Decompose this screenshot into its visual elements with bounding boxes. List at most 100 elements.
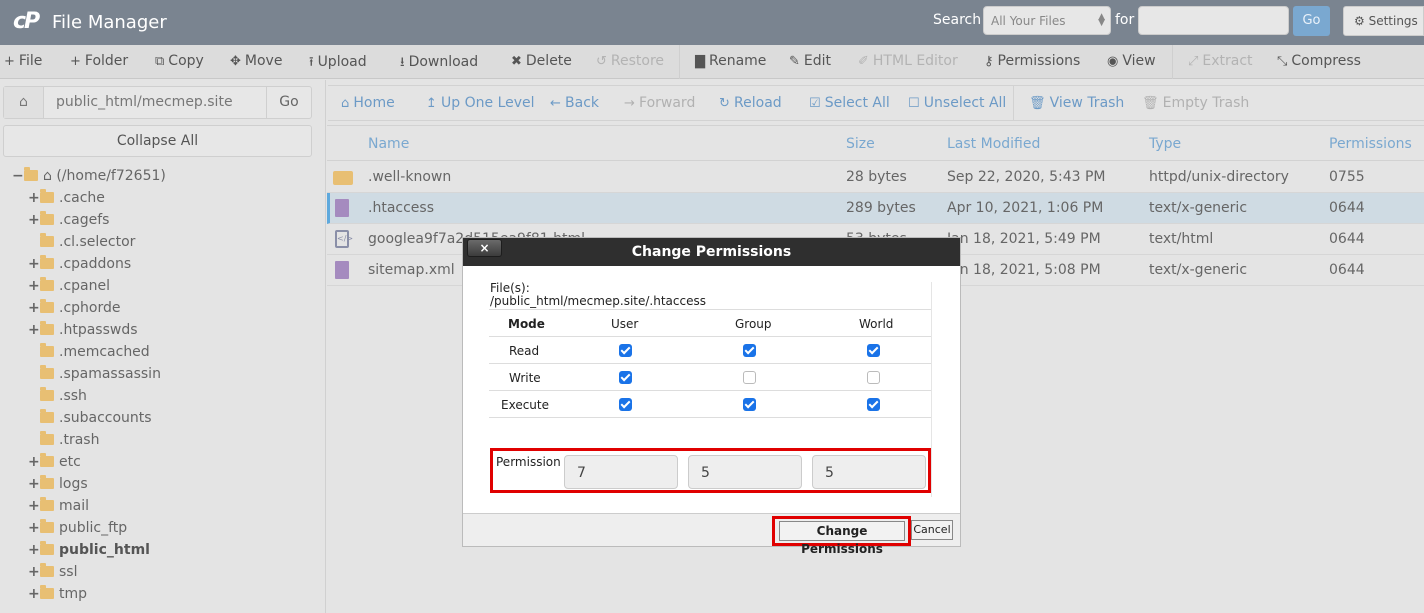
toolbar-edit-button[interactable]: ✎ Edit: [789, 53, 831, 69]
toolbar-file-button[interactable]: + File: [4, 53, 42, 69]
toolbar-rename-button[interactable]: ▇ Rename: [695, 53, 766, 69]
user-permission-input[interactable]: 7: [564, 455, 678, 489]
path-go-button[interactable]: Go: [266, 87, 311, 118]
nav-view-trash-button[interactable]: 🗑 View Trash: [1029, 95, 1124, 111]
tree-item[interactable]: + mail: [28, 497, 89, 520]
nav-up-one-level-button[interactable]: ↥ Up One Level: [426, 95, 535, 111]
collapse-icon[interactable]: −: [12, 168, 24, 184]
search-input[interactable]: [1138, 6, 1289, 35]
tree-item[interactable]: + .cache: [28, 189, 105, 212]
group-write-checkbox[interactable]: [743, 371, 756, 384]
nav-reload-button[interactable]: ↻ Reload: [719, 95, 782, 111]
expand-icon[interactable]: +: [28, 542, 40, 558]
up-level-icon: ↥: [426, 96, 442, 111]
toolbar-folder-button[interactable]: + Folder: [70, 53, 128, 69]
change-permissions-button[interactable]: Change Permissions: [779, 521, 905, 556]
expand-icon[interactable]: +: [28, 278, 40, 294]
scrollbar[interactable]: [931, 282, 945, 497]
close-button[interactable]: ×: [467, 239, 502, 257]
toolbar-copy-button[interactable]: ⧉ Copy: [155, 53, 204, 69]
nav-back-button[interactable]: ← Back: [550, 95, 599, 111]
tree-root[interactable]: − ⌂ (/home/f72651): [12, 167, 166, 190]
user-read-checkbox[interactable]: [619, 344, 632, 357]
tree-item[interactable]: .trash: [28, 431, 99, 454]
tree-item[interactable]: + tmp: [28, 585, 87, 608]
cell-modified: Apr 10, 2021, 1:06 PM: [947, 200, 1104, 216]
world-permission-input[interactable]: 5: [812, 455, 926, 489]
cancel-button[interactable]: Cancel: [911, 520, 953, 540]
tree-item[interactable]: .cl.selector: [28, 233, 135, 256]
table-row[interactable]: .well-known 28 bytes Sep 22, 2020, 5:43 PM…: [327, 162, 1424, 193]
tree-item[interactable]: + .cagefs: [28, 211, 109, 234]
column-header-type[interactable]: Type: [1149, 136, 1181, 152]
collapse-all-button[interactable]: Collapse All: [3, 125, 312, 157]
nav-unselect-all-button[interactable]: ☐ Unselect All: [908, 95, 1006, 111]
toolbar-upload-button[interactable]: ⭱ Upload: [309, 53, 367, 75]
search-scope-select[interactable]: All Your Files ▲ ▼: [983, 6, 1111, 35]
expand-icon[interactable]: +: [28, 454, 40, 470]
expand-icon[interactable]: +: [28, 190, 40, 206]
expand-icon[interactable]: +: [28, 322, 40, 338]
table-row[interactable]: .htaccess 289 bytes Apr 10, 2021, 1:06 PM t…: [327, 193, 1424, 224]
cell-perms: 0644: [1329, 231, 1365, 247]
user-write-checkbox[interactable]: [619, 371, 632, 384]
path-input[interactable]: public_html/mecmep.site: [56, 94, 233, 110]
toolbar-permissions-button[interactable]: ⚷ Permissions: [984, 53, 1080, 69]
search-go-button[interactable]: Go: [1293, 6, 1330, 36]
toolbar-view-button[interactable]: ◉ View: [1107, 53, 1156, 69]
nav-forward-button[interactable]: → Forward: [624, 95, 695, 111]
nav-select-all-button[interactable]: ☑ Select All: [809, 95, 890, 111]
tree-item-label: .cache: [59, 190, 105, 206]
nav-home-button[interactable]: ⌂ Home: [341, 95, 395, 111]
toolbar-move-button[interactable]: ✥ Move: [230, 53, 282, 69]
toolbar-delete-button[interactable]: ✖ Delete: [511, 53, 572, 69]
tree-item[interactable]: + etc: [28, 453, 81, 476]
tree-item[interactable]: + ssl: [28, 563, 77, 586]
expand-icon[interactable]: +: [28, 586, 40, 602]
expand-icon[interactable]: +: [28, 520, 40, 536]
folder-icon: [40, 475, 54, 489]
toolbar-compress-button[interactable]: ⤡ Compress: [1277, 53, 1361, 69]
toolbar-html-editor-button[interactable]: ✐ HTML Editor: [858, 53, 958, 69]
expand-icon[interactable]: +: [28, 256, 40, 272]
checkbox-checked-icon: ☑: [809, 96, 825, 111]
toolbar-extract-button[interactable]: ⤢ Extract: [1188, 53, 1253, 69]
tree-item[interactable]: + .htpasswds: [28, 321, 138, 344]
tree-item[interactable]: .ssh: [28, 387, 87, 410]
column-header-last-modified[interactable]: Last Modified: [947, 136, 1040, 152]
tree-item[interactable]: + .cphorde: [28, 299, 120, 322]
group-permission-input[interactable]: 5: [688, 455, 802, 489]
group-read-checkbox[interactable]: [743, 344, 756, 357]
tree-item[interactable]: .memcached: [28, 343, 150, 366]
header-bar: cP File Manager Search All Your Files ▲ ▼ …: [0, 0, 1424, 45]
tree-item[interactable]: .subaccounts: [28, 409, 152, 432]
toolbar-restore-button[interactable]: ↺ Restore: [596, 53, 664, 69]
tree-item[interactable]: + public_ftp: [28, 519, 127, 542]
tree-item[interactable]: + .cpanel: [28, 277, 110, 300]
nav-label: Back: [565, 95, 600, 111]
tree-item[interactable]: + .cpaddons: [28, 255, 131, 278]
column-header-permissions[interactable]: Permissions: [1329, 136, 1412, 152]
home-icon[interactable]: ⌂: [4, 87, 44, 118]
world-execute-checkbox[interactable]: [867, 398, 880, 411]
world-read-checkbox[interactable]: [867, 344, 880, 357]
toolbar-download-button[interactable]: ⭳ Download: [400, 53, 478, 75]
column-header-name[interactable]: Name: [368, 136, 409, 152]
expand-icon[interactable]: +: [28, 476, 40, 492]
expand-icon[interactable]: +: [28, 498, 40, 514]
nav-label: Up One Level: [441, 95, 535, 111]
nav-empty-trash-button[interactable]: 🗑 Empty Trash: [1142, 95, 1249, 111]
settings-button[interactable]: ⚙ Settings: [1343, 6, 1424, 36]
tree-item[interactable]: .spamassassin: [28, 365, 161, 388]
user-execute-checkbox[interactable]: [619, 398, 632, 411]
world-write-checkbox[interactable]: [867, 371, 880, 384]
column-header-size[interactable]: Size: [846, 136, 875, 152]
tree-item[interactable]: + logs: [28, 475, 88, 498]
file-icon: ▇: [695, 54, 705, 69]
tree-item[interactable]: + public_html: [28, 541, 150, 564]
group-execute-checkbox[interactable]: [743, 398, 756, 411]
expand-icon[interactable]: +: [28, 564, 40, 580]
expand-icon[interactable]: +: [28, 212, 40, 228]
table-divider: [489, 417, 931, 418]
expand-icon[interactable]: +: [28, 300, 40, 316]
